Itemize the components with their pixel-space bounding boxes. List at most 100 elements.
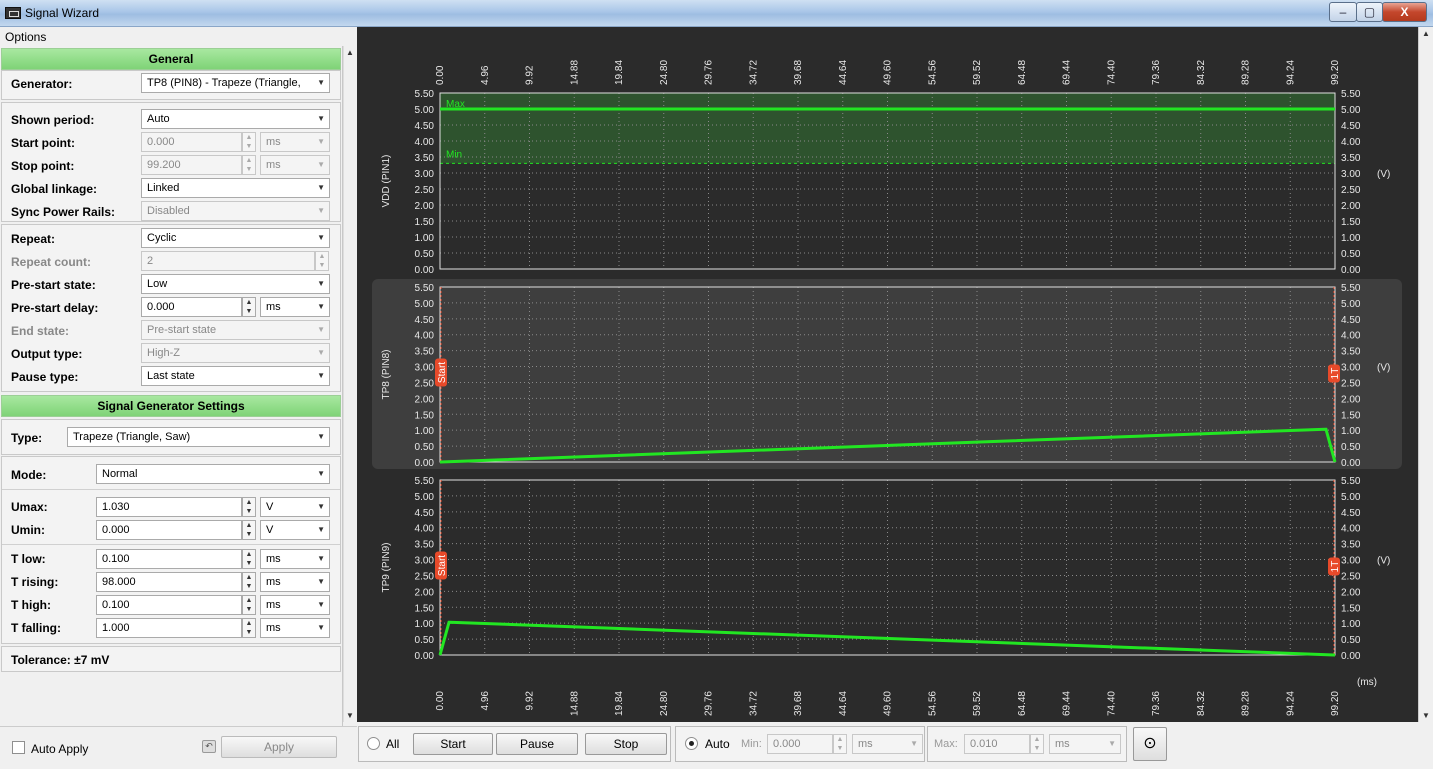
pre-start-delay-label: Pre-start delay:	[11, 301, 99, 315]
umax-unit[interactable]: V	[260, 497, 330, 517]
t-high-unit[interactable]: ms	[260, 595, 330, 615]
apply-button[interactable]: Apply	[221, 736, 337, 758]
signal-chart[interactable]: 0.00 0.00 4.96 4.96 9.92 9.92 14.88 14.88 19.84 1…	[357, 27, 1418, 722]
pause-button[interactable]: Pause	[496, 733, 578, 755]
start-point-unit[interactable]: ms	[260, 132, 330, 152]
y-tick-label-left: 2.50	[415, 378, 435, 389]
mode-select[interactable]: Normal	[96, 464, 330, 484]
stop-button[interactable]: Stop	[585, 733, 667, 755]
minimize-button[interactable]: –	[1329, 2, 1357, 22]
y-unit-label: (V)	[1377, 169, 1390, 180]
x-tick-label-bottom: 59.52	[972, 691, 983, 716]
target-icon[interactable]: ⊙	[1133, 727, 1167, 761]
max-unit[interactable]: ms	[1049, 734, 1121, 754]
t-falling-unit[interactable]: ms	[260, 618, 330, 638]
t-low-unit[interactable]: ms	[260, 549, 330, 569]
y-tick-label-right: 4.50	[1341, 121, 1361, 132]
y-unit-label: (V)	[1377, 556, 1390, 567]
undo-icon[interactable]: ↶	[202, 740, 216, 753]
x-tick-label-top: 29.76	[704, 60, 715, 85]
y-tick-label-left: 3.00	[415, 363, 435, 374]
repeat-count-field[interactable]: 2	[141, 251, 315, 271]
pause-type-select[interactable]: Last state	[141, 366, 330, 386]
y-tick-label-right: 4.50	[1341, 315, 1361, 326]
umax-field[interactable]: 1.030	[96, 497, 242, 517]
t-low-field[interactable]: 0.100	[96, 549, 242, 569]
start-button[interactable]: Start	[413, 733, 493, 755]
app-icon	[5, 7, 21, 19]
repeat-count-stepper[interactable]: ▲ ▼	[315, 251, 329, 271]
panel-scrollbar[interactable]: ▲ ▼	[343, 46, 357, 722]
y-tick-label-right: 0.50	[1341, 635, 1361, 646]
auto-radio[interactable]	[685, 737, 698, 750]
start-point-stepper[interactable]: ▲ ▼	[242, 132, 256, 152]
y-tick-label-left: 3.50	[415, 540, 435, 551]
scroll-up-icon[interactable]: ▲	[1422, 29, 1430, 38]
pre-start-state-select[interactable]: Low	[141, 274, 330, 294]
min-field[interactable]: 0.000	[767, 734, 833, 754]
scroll-down-icon[interactable]: ▼	[346, 711, 354, 720]
stop-point-field[interactable]: 99.200	[141, 155, 242, 175]
t-high-stepper[interactable]: ▲ ▼	[242, 595, 256, 615]
y-tick-label-right: 3.50	[1341, 347, 1361, 358]
t-falling-field[interactable]: 1.000	[96, 618, 242, 638]
x-tick-label-bottom: 99.20	[1330, 691, 1341, 716]
auto-apply-checkbox[interactable]	[12, 741, 25, 754]
x-tick-label-top: 79.36	[1151, 60, 1162, 85]
all-radio[interactable]	[367, 737, 380, 750]
x-tick-label-top: 74.40	[1106, 60, 1117, 85]
t-rising-stepper[interactable]: ▲ ▼	[242, 572, 256, 592]
y-tick-label-left: 1.00	[415, 233, 435, 244]
x-tick-label-top: 44.64	[838, 60, 849, 85]
x-tick-label-top: 24.80	[659, 60, 670, 85]
type-select[interactable]: Trapeze (Triangle, Saw)	[67, 427, 330, 447]
umin-unit[interactable]: V	[260, 520, 330, 540]
max-stepper[interactable]: ▲ ▼	[1030, 734, 1044, 754]
y-tick-label-right: 3.00	[1341, 363, 1361, 374]
global-linkage-select[interactable]: Linked	[141, 178, 330, 198]
scroll-up-icon[interactable]: ▲	[346, 48, 354, 57]
chart-scrollbar[interactable]: ▲ ▼	[1418, 27, 1433, 722]
start-point-field[interactable]: 0.000	[141, 132, 242, 152]
y-tick-label-right: 1.00	[1341, 233, 1361, 244]
y-tick-label-left: 5.00	[415, 299, 435, 310]
umin-field[interactable]: 0.000	[96, 520, 242, 540]
maximize-button[interactable]: ▢	[1356, 2, 1383, 22]
stop-point-stepper[interactable]: ▲ ▼	[242, 155, 256, 175]
channel-name-label: TP8 (PIN8)	[381, 349, 392, 399]
output-type-select[interactable]: High-Z	[141, 343, 330, 363]
x-tick-label-bottom: 84.32	[1196, 691, 1207, 716]
sync-power-rails-select[interactable]: Disabled	[141, 201, 330, 221]
t-high-field[interactable]: 0.100	[96, 595, 242, 615]
repeat-select[interactable]: Cyclic	[141, 228, 330, 248]
min-stepper[interactable]: ▲ ▼	[833, 734, 847, 754]
window-title: Signal Wizard	[25, 6, 100, 20]
t-rising-unit[interactable]: ms	[260, 572, 330, 592]
y-tick-label-right: 2.00	[1341, 201, 1361, 212]
min-unit[interactable]: ms	[852, 734, 923, 754]
stop-point-unit[interactable]: ms	[260, 155, 330, 175]
global-linkage-label: Global linkage:	[11, 182, 98, 196]
x-tick-label-top: 49.60	[883, 60, 894, 85]
max-field[interactable]: 0.010	[964, 734, 1030, 754]
close-button[interactable]: X	[1382, 2, 1427, 22]
umax-stepper[interactable]: ▲ ▼	[242, 497, 256, 517]
end-state-select[interactable]: Pre-start state	[141, 320, 330, 340]
t-low-stepper[interactable]: ▲ ▼	[242, 549, 256, 569]
pre-start-delay-field[interactable]: 0.000	[141, 297, 242, 317]
t-falling-stepper[interactable]: ▲ ▼	[242, 618, 256, 638]
y-tick-label-left: 2.50	[415, 571, 435, 582]
x-tick-label-top: 84.32	[1196, 60, 1207, 85]
y-tick-label-left: 1.50	[415, 410, 435, 421]
umin-stepper[interactable]: ▲ ▼	[242, 520, 256, 540]
tolerance-text: Tolerance: ±7 mV	[11, 653, 110, 667]
menu-options[interactable]: Options	[5, 30, 46, 44]
panel-3: 5.50 5.50 5.00 5.00 4.50 4.50 4.00 4.00 3.50 3.50…	[381, 476, 1390, 662]
start-point-label: Start point:	[11, 136, 75, 150]
t-rising-field[interactable]: 98.000	[96, 572, 242, 592]
pre-start-delay-stepper[interactable]: ▲ ▼	[242, 297, 256, 317]
generator-select[interactable]: TP8 (PIN8) - Trapeze (Triangle,	[141, 73, 330, 93]
pre-start-delay-unit[interactable]: ms	[260, 297, 330, 317]
shown-period-select[interactable]: Auto	[141, 109, 330, 129]
scroll-down-icon[interactable]: ▼	[1422, 711, 1430, 720]
